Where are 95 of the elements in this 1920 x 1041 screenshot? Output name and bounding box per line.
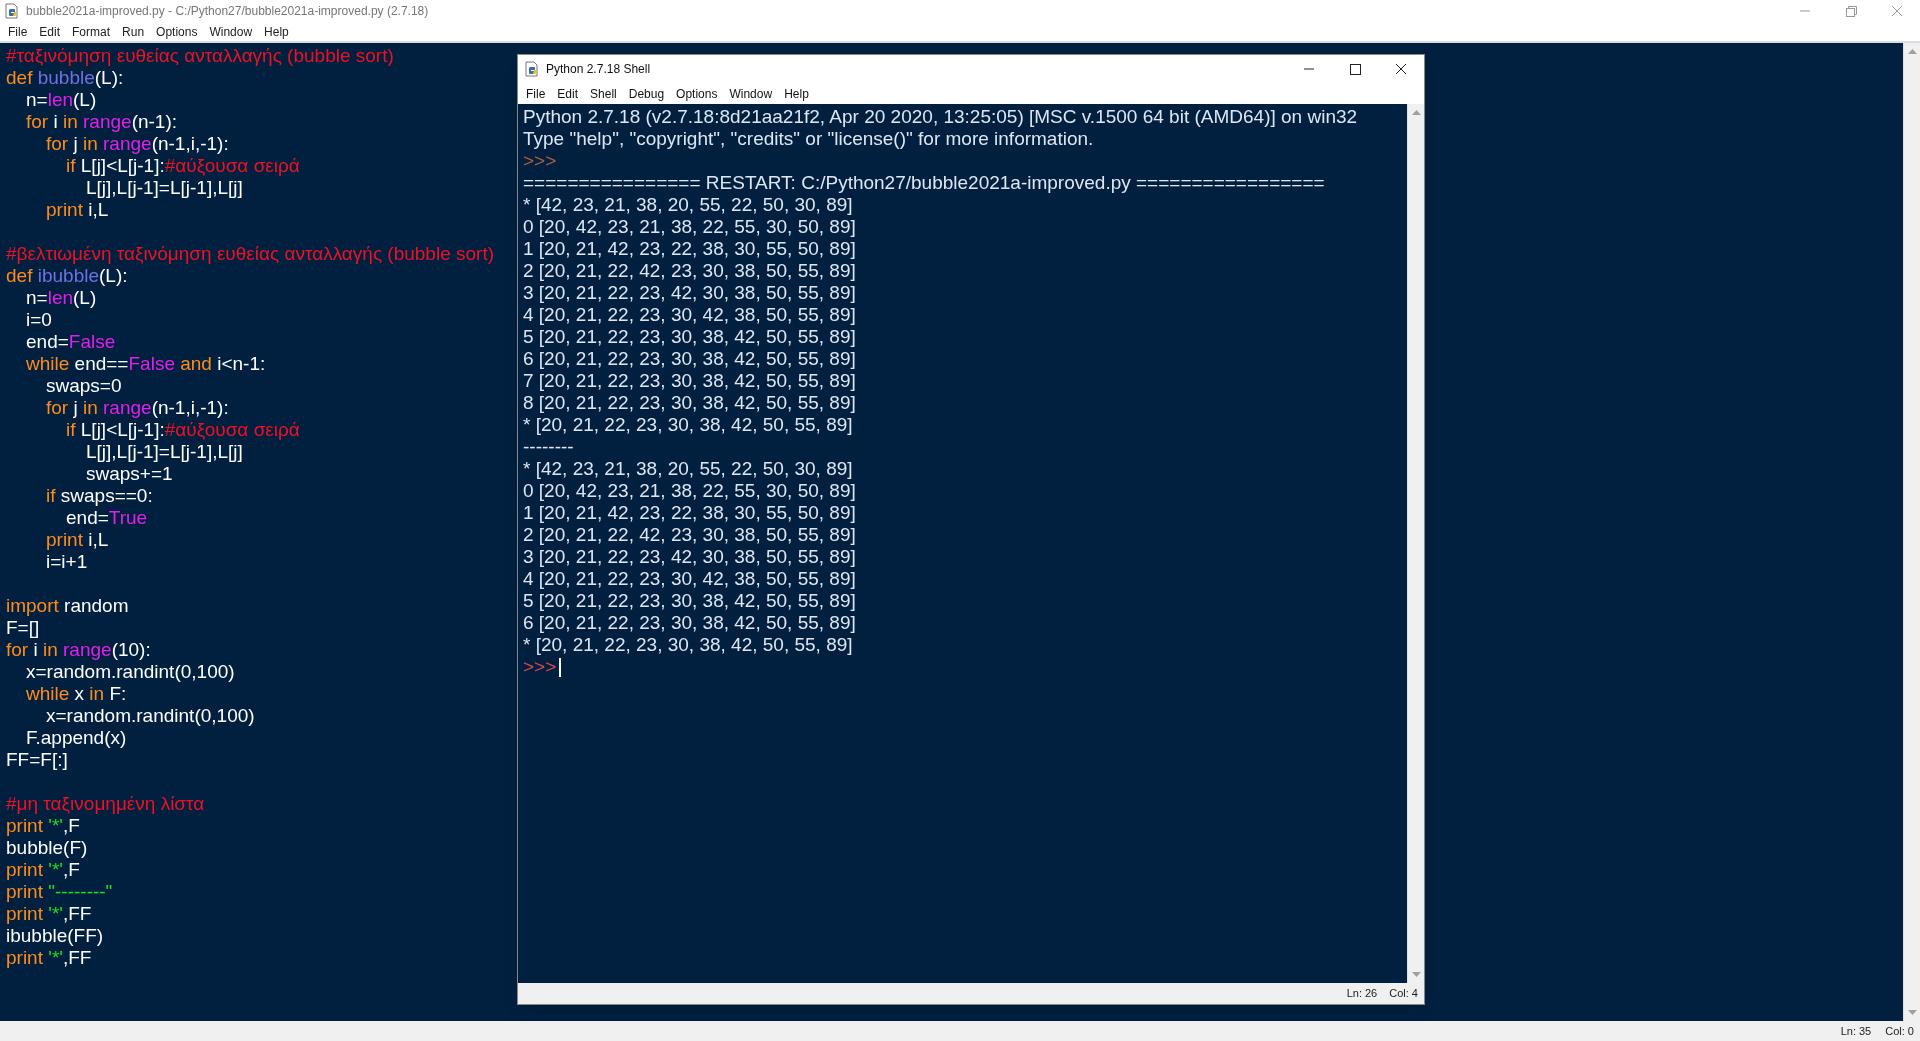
output-line: 6 [20, 21, 22, 23, 30, 38, 42, 50, 55, 89] bbox=[523, 348, 856, 370]
prompt: >>> bbox=[523, 150, 557, 172]
code-line: print '*',F bbox=[6, 815, 80, 837]
output-line: 0 [20, 42, 23, 21, 38, 22, 55, 30, 50, 89] bbox=[523, 216, 856, 238]
scrollbar[interactable] bbox=[1407, 104, 1424, 983]
code-line: x=random.randint(0,100) bbox=[46, 705, 255, 727]
output-line: -------- bbox=[523, 436, 574, 458]
code-line: n=len(L) bbox=[26, 287, 97, 309]
output-line: Python 2.7.18 (v2.7.18:8d21aa21f2, Apr 20 2020, 13:25:05) [MSC v.1500 64 bit (AMD64)] on win32 bbox=[523, 106, 1358, 128]
output-line: 5 [20, 21, 22, 23, 30, 38, 42, 50, 55, 89] bbox=[523, 326, 856, 348]
code-line: print "--------" bbox=[6, 881, 113, 903]
code-line: #βελτιωμένη ταξινόμηση ευθείας ανταλλαγής (bubble sort) bbox=[6, 243, 494, 265]
code-line: #ταξινόμηση ευθείας ανταλλαγής (bubble sort) bbox=[6, 45, 394, 67]
menu-item[interactable]: Window bbox=[723, 84, 779, 103]
python-file-icon bbox=[4, 3, 20, 19]
output-line: * [20, 21, 22, 23, 30, 38, 42, 50, 55, 89] bbox=[523, 634, 853, 656]
menu-item[interactable]: File bbox=[2, 22, 34, 41]
code-line: if L[j]<L[j-1]:#αύξουσα σειρά bbox=[66, 155, 300, 177]
code-line: bubble(F) bbox=[6, 837, 88, 859]
output-line: * [42, 23, 21, 38, 20, 55, 22, 50, 30, 89] bbox=[523, 194, 853, 216]
scroll-down-icon[interactable] bbox=[1411, 972, 1421, 977]
output-line: 4 [20, 21, 22, 23, 30, 42, 38, 50, 55, 89] bbox=[523, 304, 856, 326]
code-line: while end==False and i<n-1: bbox=[26, 353, 266, 375]
code-line: L[j],L[j-1]=L[j-1],L[j] bbox=[86, 177, 243, 199]
output-line: * [42, 23, 21, 38, 20, 55, 22, 50, 30, 89] bbox=[523, 458, 853, 480]
code-line: L[j],L[j-1]=L[j-1],L[j] bbox=[86, 441, 243, 463]
menu-item[interactable]: Debug bbox=[622, 84, 671, 103]
scroll-down-icon[interactable] bbox=[1907, 1010, 1917, 1015]
editor-area[interactable] bbox=[0, 43, 1920, 1021]
menu-item[interactable]: Edit bbox=[33, 22, 67, 41]
code-line: def bubble(L): bbox=[6, 67, 124, 89]
output-line: * [20, 21, 22, 23, 30, 38, 42, 50, 55, 89] bbox=[523, 414, 853, 436]
output-line: 2 [20, 21, 22, 42, 23, 30, 38, 50, 55, 89] bbox=[523, 524, 856, 546]
menu-item[interactable]: Options bbox=[670, 84, 724, 103]
code-line: i=0 bbox=[26, 309, 52, 331]
scroll-up-icon[interactable] bbox=[1907, 49, 1917, 54]
output-line: 0 [20, 42, 23, 21, 38, 22, 55, 30, 50, 89] bbox=[523, 480, 856, 502]
code-line: for i in range(n-1): bbox=[26, 111, 178, 133]
menu-item[interactable]: Options bbox=[150, 22, 204, 41]
text-cursor bbox=[559, 657, 562, 677]
line-number: Ln: 35 bbox=[1840, 1023, 1872, 1039]
output-line: Type "help", "copyright", "credits" or "license()" for more information. bbox=[523, 128, 1094, 150]
output-line: 3 [20, 21, 22, 23, 42, 30, 38, 50, 55, 89] bbox=[523, 546, 856, 568]
code-line: print i,L bbox=[46, 199, 109, 221]
code-line: for j in range(n-1,i,-1): bbox=[46, 397, 229, 419]
output-line: 5 [20, 21, 22, 23, 30, 38, 42, 50, 55, 89] bbox=[523, 590, 856, 612]
output-line: 6 [20, 21, 22, 23, 30, 38, 42, 50, 55, 89] bbox=[523, 612, 856, 634]
scroll-up-icon[interactable] bbox=[1411, 110, 1421, 115]
code-line: print i,L bbox=[46, 529, 109, 551]
code-line: print '*',FF bbox=[6, 903, 92, 925]
output-line: ================ RESTART: C:/Python27/bubble2021a-improved.py ================= bbox=[523, 172, 1325, 194]
output-line: 2 [20, 21, 22, 42, 23, 30, 38, 50, 55, 89] bbox=[523, 260, 856, 282]
code-line: for i in range(10): bbox=[6, 639, 151, 661]
menu-item[interactable]: File bbox=[520, 84, 552, 103]
code-line: swaps+=1 bbox=[86, 463, 173, 485]
code-line: print '*',F bbox=[6, 859, 80, 881]
code-line: FF=F[:] bbox=[6, 749, 68, 771]
window-title: Python 2.7.18 Shell bbox=[546, 61, 651, 78]
output-line: 4 [20, 21, 22, 23, 30, 42, 38, 50, 55, 89] bbox=[523, 568, 856, 590]
code-line: def ibubble(L): bbox=[6, 265, 128, 287]
code-line: swaps=0 bbox=[46, 375, 122, 397]
prompt: >>> bbox=[523, 656, 557, 678]
code-line: while x in F: bbox=[26, 683, 127, 705]
code-line: end=True bbox=[66, 507, 148, 529]
code-line: i=i+1 bbox=[46, 551, 88, 573]
code-line: ibubble(FF) bbox=[6, 925, 104, 947]
menu-item[interactable]: Run bbox=[116, 22, 151, 41]
code-line: print '*',FF bbox=[6, 947, 92, 969]
menu-item[interactable]: Shell bbox=[584, 84, 623, 103]
scrollbar[interactable] bbox=[1903, 43, 1920, 1021]
menu-item[interactable]: Help bbox=[258, 22, 295, 41]
menu-item[interactable]: Help bbox=[778, 84, 815, 103]
code-line: F.append(x) bbox=[26, 727, 127, 749]
code-line: if L[j]<L[j-1]:#αύξουσα σειρά bbox=[66, 419, 300, 441]
code-line: x=random.randint(0,100) bbox=[26, 661, 235, 683]
menu-item[interactable]: Format bbox=[66, 22, 117, 41]
window-title: bubble2021a-improved.py - C:/Python27/bubble2021a-improved.py (2.7.18) bbox=[26, 3, 429, 20]
menu-item[interactable]: Edit bbox=[551, 84, 585, 103]
output-line: 1 [20, 21, 42, 23, 22, 38, 30, 55, 50, 89] bbox=[523, 502, 856, 524]
python-file-icon bbox=[524, 61, 540, 77]
column-number: Col: 0 bbox=[1885, 1023, 1914, 1039]
column-number: Col: 4 bbox=[1389, 986, 1418, 1002]
menu-item[interactable]: Window bbox=[203, 22, 259, 41]
code-line: n=len(L) bbox=[26, 89, 97, 111]
code-line: end=False bbox=[26, 331, 116, 353]
code-line: if swaps==0: bbox=[46, 485, 153, 507]
code-line: F=[] bbox=[6, 617, 40, 639]
output-line: 3 [20, 21, 22, 23, 42, 30, 38, 50, 55, 89] bbox=[523, 282, 856, 304]
output-line: 8 [20, 21, 22, 23, 30, 38, 42, 50, 55, 89] bbox=[523, 392, 856, 414]
output-line: 1 [20, 21, 42, 23, 22, 38, 30, 55, 50, 89] bbox=[523, 238, 856, 260]
line-number: Ln: 26 bbox=[1346, 986, 1378, 1002]
output-line: 7 [20, 21, 22, 23, 30, 38, 42, 50, 55, 89] bbox=[523, 370, 856, 392]
code-line: import random bbox=[6, 595, 129, 617]
code-line: for j in range(n-1,i,-1): bbox=[46, 133, 229, 155]
code-line: #μη ταξινομημένη λίστα bbox=[6, 793, 205, 815]
